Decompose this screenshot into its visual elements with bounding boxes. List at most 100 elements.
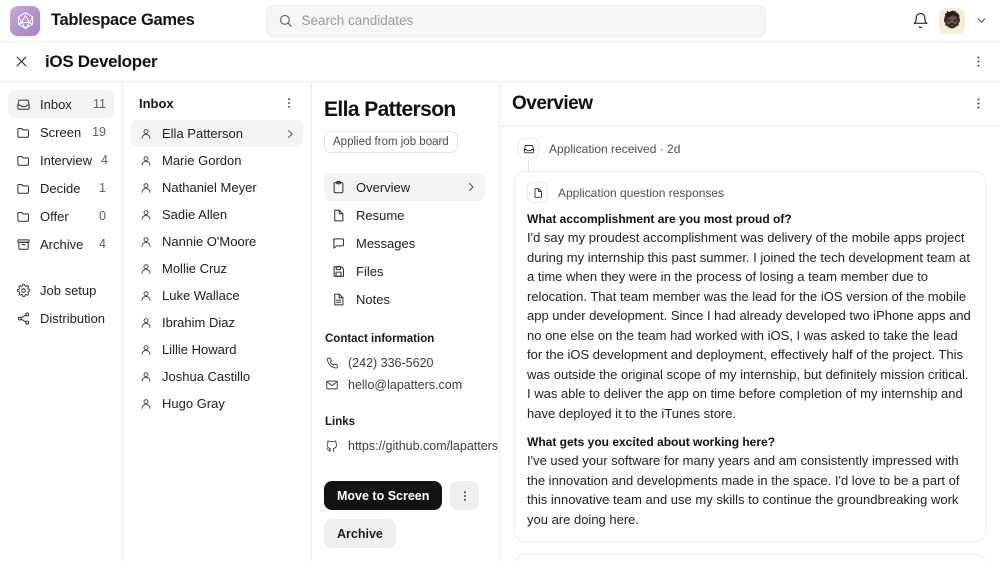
move-to-screen-button[interactable]: Move to Screen (324, 481, 442, 510)
sidebar-item-interview[interactable]: Interview 4 (8, 146, 114, 174)
gear-icon (16, 283, 31, 298)
user-icon (139, 208, 153, 222)
sidebar-item-label: Archive (40, 237, 83, 252)
search-input[interactable] (301, 13, 754, 28)
list-item[interactable]: Hugo Gray (131, 390, 303, 417)
question-text: What gets you excited about working here… (527, 435, 973, 449)
list-item-label: Lillie Howard (162, 342, 236, 357)
inbox-icon (16, 97, 31, 112)
list-item[interactable]: Marie Gordon (131, 147, 303, 174)
list-item[interactable]: Joshua Castillo (131, 363, 303, 390)
user-icon (139, 343, 153, 357)
more-vertical-icon[interactable] (968, 94, 988, 114)
search-box[interactable] (266, 5, 766, 37)
list-item-label: Sadie Allen (162, 207, 227, 222)
overview-title: Overview (512, 93, 593, 115)
sidebar-item-screen[interactable]: Screen 19 (8, 118, 114, 146)
answer-text: I'd say my proudest accomplishment was d… (527, 228, 973, 423)
tab-label: Overview (356, 180, 410, 195)
list-item-label: Ella Patterson (162, 126, 243, 141)
link-github[interactable]: https://github.com/lapatters (324, 435, 485, 457)
list-item-label: Nathaniel Meyer (162, 180, 257, 195)
page-title: iOS Developer (45, 52, 157, 72)
responses-card-title: Application question responses (558, 186, 724, 200)
tab-label: Notes (356, 292, 390, 307)
sidebar-item-label: Decide (40, 181, 80, 196)
list-item[interactable]: Ella Patterson (131, 120, 303, 147)
sidebar: Inbox 11 Screen 19 Interview (0, 82, 123, 561)
file-icon (331, 208, 346, 223)
bell-icon[interactable] (912, 12, 929, 29)
share-nodes-icon (16, 311, 31, 326)
sidebar-item-label: Offer (40, 209, 69, 224)
sidebar-item-decide[interactable]: Decide 1 (8, 174, 114, 202)
tab-files[interactable]: Files (324, 257, 485, 285)
close-icon[interactable] (11, 52, 31, 72)
sidebar-item-label: Interview (40, 153, 92, 168)
user-icon (139, 262, 153, 276)
phone-icon (325, 356, 339, 370)
user-icon (139, 154, 153, 168)
more-actions-button[interactable] (450, 481, 479, 510)
secondary-action-row: Archive (324, 519, 485, 548)
sidebar-divider-space (8, 258, 114, 276)
list-item-label: Joshua Castillo (162, 369, 250, 384)
sidebar-item-label: Distribution (40, 311, 105, 326)
actions-card: Add a comment Start a review (514, 554, 986, 561)
list-item[interactable]: Nathaniel Meyer (131, 174, 303, 201)
list-item[interactable]: Mollie Cruz (131, 255, 303, 282)
timeline-event: Application received · 2d (514, 138, 986, 159)
responses-card-header: Application question responses (527, 182, 973, 203)
folder-icon (16, 209, 31, 224)
tab-overview[interactable]: Overview (324, 173, 485, 201)
list-item-label: Ibrahim Diaz (162, 315, 235, 330)
top-bar-right: 🧔🏿 (912, 8, 988, 34)
primary-action-row: Move to Screen (324, 481, 485, 510)
list-item-label: Nannie O'Moore (162, 234, 256, 249)
tab-messages[interactable]: Messages (324, 229, 485, 257)
user-icon (139, 397, 153, 411)
candidate-name: Ella Patterson (324, 98, 485, 122)
sidebar-item-count: 11 (93, 97, 106, 111)
list-item[interactable]: Ibrahim Diaz (131, 309, 303, 336)
envelope-icon (325, 378, 339, 392)
tab-resume[interactable]: Resume (324, 201, 485, 229)
more-vertical-icon[interactable] (968, 52, 988, 72)
sidebar-item-job-setup[interactable]: Job setup (8, 276, 114, 304)
brand[interactable]: Tablespace Games (10, 6, 194, 36)
sidebar-item-distribution[interactable]: Distribution (8, 304, 114, 332)
folder-icon (16, 125, 31, 140)
contact-heading: Contact information (325, 333, 485, 345)
spacer (324, 153, 485, 173)
list-item-label: Mollie Cruz (162, 261, 227, 276)
list-item[interactable]: Luke Wallace (131, 282, 303, 309)
phone-value: (242) 336-5620 (348, 356, 433, 370)
chevron-right-icon (284, 128, 296, 140)
list-item-label: Marie Gordon (162, 153, 241, 168)
inbox-icon (518, 138, 539, 159)
sidebar-item-archive[interactable]: Archive 4 (8, 230, 114, 258)
candidate-list-title: Inbox (139, 96, 174, 111)
more-vertical-icon[interactable] (279, 93, 299, 113)
list-item[interactable]: Lillie Howard (131, 336, 303, 363)
tab-label: Files (356, 264, 383, 279)
tab-notes[interactable]: Notes (324, 285, 485, 313)
top-bar: Tablespace Games 🧔🏿 (0, 0, 1000, 42)
list-item[interactable]: Nannie O'Moore (131, 228, 303, 255)
app-root: Tablespace Games 🧔🏿 (0, 0, 1000, 561)
sidebar-item-inbox[interactable]: Inbox 11 (8, 90, 114, 118)
chat-bubble-icon (331, 236, 346, 251)
list-item[interactable]: Sadie Allen (131, 201, 303, 228)
archive-button[interactable]: Archive (324, 519, 396, 548)
contact-phone[interactable]: (242) 336-5620 (324, 352, 485, 374)
contact-email[interactable]: hello@lapatters.com (324, 374, 485, 396)
timeline-event-text: Application received · 2d (549, 142, 680, 156)
chevron-down-icon[interactable] (975, 14, 988, 27)
avatar[interactable]: 🧔🏿 (939, 8, 965, 34)
sidebar-item-offer[interactable]: Offer 0 (8, 202, 114, 230)
user-icon (139, 127, 153, 141)
responses-card: Application question responses What acco… (514, 171, 986, 542)
tab-label: Messages (356, 236, 415, 251)
job-header: iOS Developer (0, 42, 1000, 82)
list-item-label: Hugo Gray (162, 396, 225, 411)
